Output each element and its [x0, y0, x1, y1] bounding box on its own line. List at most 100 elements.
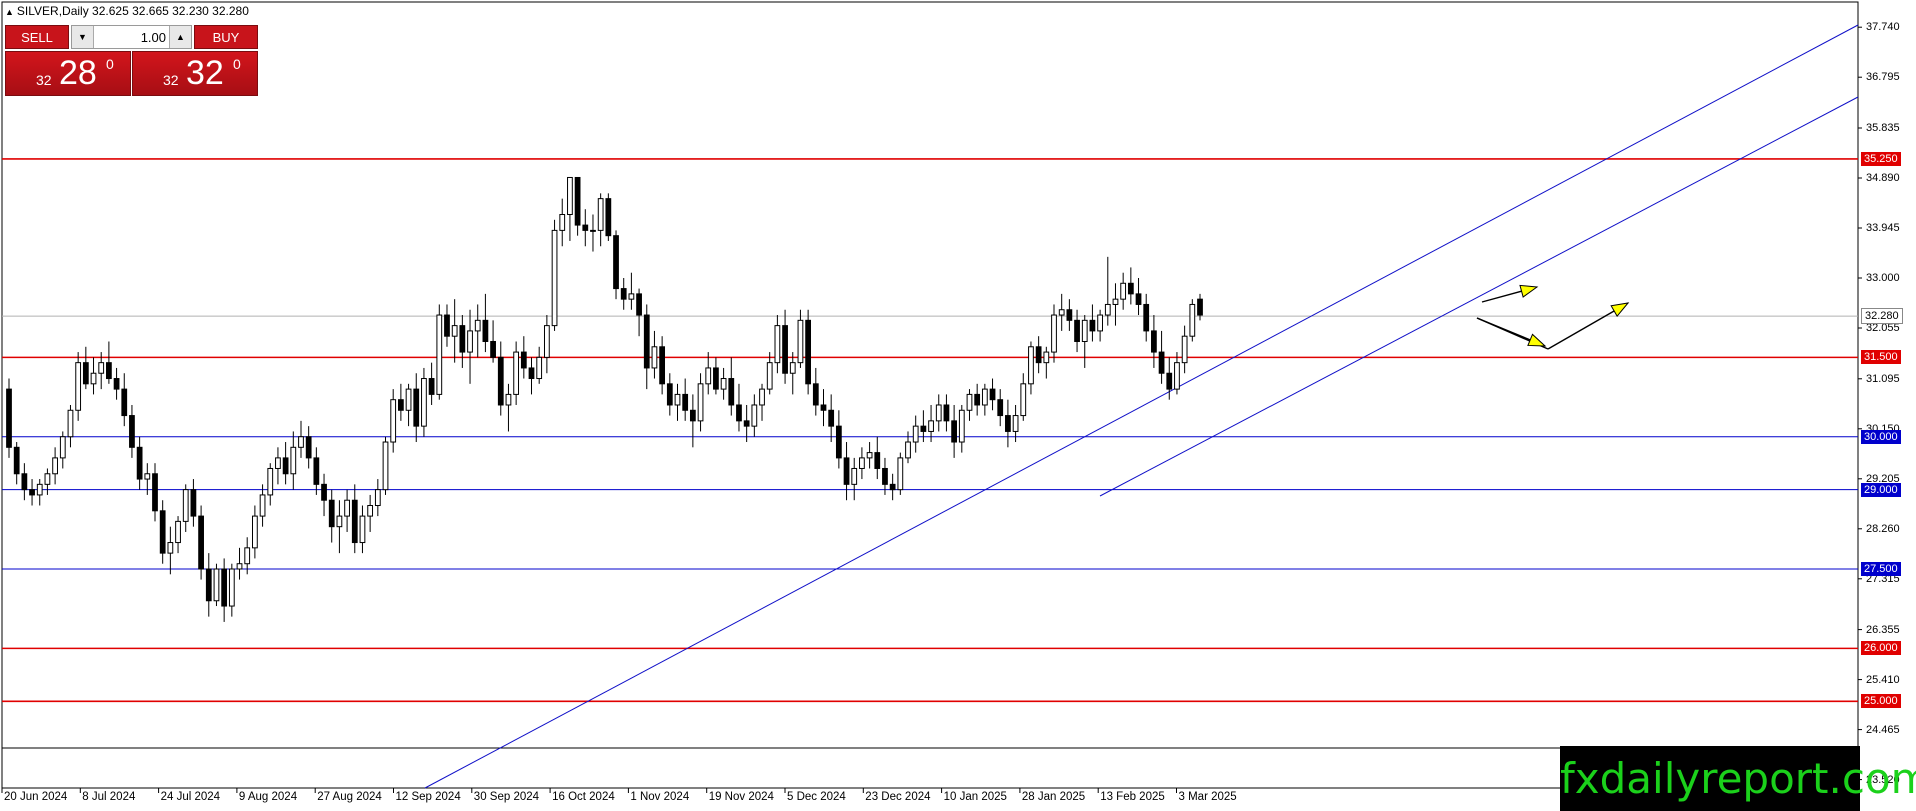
candle-body — [44, 473, 51, 485]
candle-body — [935, 404, 942, 422]
sell-price-big: 28 — [59, 54, 97, 92]
candle-body — [897, 457, 904, 491]
candle-body — [328, 499, 335, 528]
arrow-up-long-head — [1610, 302, 1630, 318]
lot-increase-icon[interactable]: ▲ — [169, 26, 191, 48]
candle-body — [751, 404, 758, 427]
candle-body — [728, 378, 735, 406]
candle-body — [167, 542, 174, 554]
candle-body — [129, 415, 135, 448]
candle-body — [13, 446, 20, 475]
candle-body — [59, 436, 66, 459]
candle-body — [974, 393, 981, 406]
candle-body — [305, 436, 312, 459]
candle-body — [190, 489, 197, 517]
candle-body — [797, 319, 804, 364]
candle-body — [766, 362, 773, 390]
price-tick-label: 37.740 — [1866, 21, 1900, 34]
candle-body — [1005, 415, 1011, 432]
chart-area[interactable] — [0, 0, 1916, 811]
candle-body — [636, 293, 642, 316]
price-axis[interactable]: 37.740 36.795 35.835 34.890 33.945 33.000 32.0… — [1858, 0, 1916, 811]
candle-body — [374, 489, 381, 507]
candle-body — [67, 409, 74, 438]
candle-body — [1028, 346, 1034, 385]
candle-body — [981, 388, 988, 406]
date-tick-label: 20 Jun 2024 — [4, 791, 68, 803]
candle-body — [682, 393, 689, 411]
date-tick-label: 12 Sep 2024 — [395, 791, 461, 803]
sell-price-small: 32 — [36, 72, 52, 88]
sell-price-sup: 0 — [106, 56, 114, 72]
candle-body — [467, 330, 473, 353]
candle-body — [282, 457, 289, 475]
candle-body — [6, 388, 12, 448]
candle-body — [882, 467, 888, 485]
candle-body — [689, 409, 696, 422]
lot-decrease-icon[interactable]: ▼ — [72, 26, 94, 48]
price-tick-label: 33.945 — [1866, 222, 1900, 234]
level-price-label: 29.000 — [1861, 482, 1901, 497]
candle-body — [828, 409, 835, 427]
candle-body — [1051, 314, 1057, 353]
candle-body — [175, 520, 181, 544]
sell-button[interactable]: SELL — [5, 25, 69, 49]
candle-body — [1097, 314, 1103, 332]
date-tick-label: 24 Jul 2024 — [160, 791, 221, 803]
date-tick-label: 27 Aug 2024 — [317, 791, 382, 803]
candle-body — [1151, 330, 1157, 353]
candle-body — [336, 515, 343, 528]
candle-body — [228, 568, 235, 607]
candle-body — [1074, 319, 1080, 342]
candle-body — [1066, 309, 1073, 321]
candle-body — [275, 457, 281, 469]
candle-body — [866, 452, 873, 459]
candle-body — [1020, 383, 1027, 417]
candle-body — [113, 378, 120, 390]
candle-body — [244, 547, 251, 565]
candle-body — [643, 314, 650, 369]
candle-body — [620, 288, 627, 300]
buy-button[interactable]: BUY — [194, 25, 258, 49]
date-tick-label: 1 Nov 2024 — [630, 791, 690, 803]
candle-body — [651, 346, 658, 369]
candle-body — [290, 446, 297, 475]
one-click-trading-panel: SELL ▼ ▲ BUY 32 28 0 32 32 0 — [5, 24, 258, 97]
candle-body — [397, 399, 404, 411]
date-tick-label: 19 Nov 2024 — [708, 791, 774, 803]
candle-body — [98, 362, 105, 374]
candle-body — [298, 436, 304, 448]
candle-body — [843, 457, 850, 485]
candle-body — [997, 399, 1004, 417]
buy-price-box[interactable]: 32 32 0 — [132, 51, 258, 96]
level-price-label: 30.000 — [1861, 429, 1901, 444]
candle-body — [874, 452, 881, 469]
candle-body — [236, 563, 243, 570]
candle-body — [520, 351, 527, 369]
candle-body — [1197, 298, 1203, 316]
price-tick-label: 35.835 — [1866, 122, 1900, 134]
candle-body — [1081, 319, 1088, 342]
buy-price-sup: 0 — [233, 56, 241, 72]
candle-body — [574, 176, 581, 226]
current-price-label: 32.280 — [1861, 308, 1903, 325]
candle-body — [1058, 309, 1065, 316]
candle-body — [259, 494, 266, 517]
candle-body — [1127, 282, 1134, 295]
sell-price-box[interactable]: 32 28 0 — [5, 51, 131, 96]
date-tick-label: 8 Jul 2024 — [82, 791, 136, 803]
date-tick-label: 28 Jan 2025 — [1021, 791, 1086, 803]
candle-body — [789, 362, 796, 374]
candle-body — [221, 568, 228, 607]
arrow-down-head — [1527, 333, 1547, 347]
price-tick-label: 24.465 — [1866, 723, 1900, 736]
candle-body — [989, 388, 996, 401]
candle-body — [958, 409, 965, 443]
lot-size-input[interactable] — [94, 26, 170, 48]
collapse-triangle-icon[interactable]: ▲ — [5, 7, 14, 17]
candle-body — [851, 467, 858, 485]
candle-body — [674, 393, 681, 406]
buy-price-small: 32 — [163, 72, 179, 88]
price-chart[interactable] — [0, 0, 1916, 811]
candle-body — [205, 568, 212, 602]
